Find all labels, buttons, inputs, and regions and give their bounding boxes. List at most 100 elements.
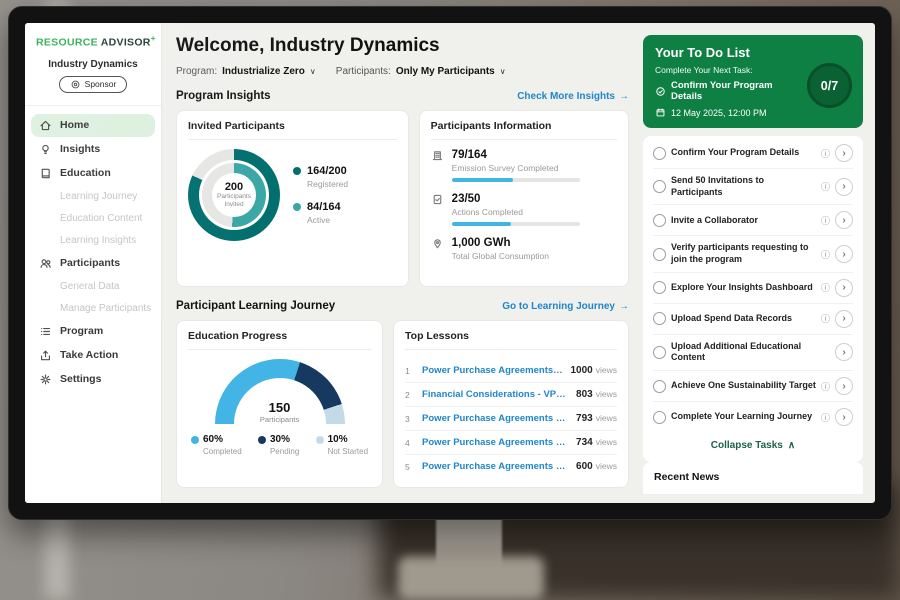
gear-icon: [39, 373, 52, 386]
link-label: Check More Insights: [517, 91, 615, 102]
lesson-row[interactable]: 4 Power Purchase Agreements 102 734views: [405, 431, 617, 455]
task-row[interactable]: Achieve One Sustainability Target ⓘ ›: [653, 371, 853, 402]
chevron-right-icon[interactable]: ›: [835, 279, 853, 297]
info-icon[interactable]: ⓘ: [821, 312, 830, 325]
lesson-row[interactable]: 5 Power Purchase Agreements 103 600views: [405, 455, 617, 478]
task-label: Upload Additional Educational Content: [671, 341, 830, 364]
lesson-row[interactable]: 1 Power Purchase Agreements 101 1000view…: [405, 359, 617, 383]
sidebar-item-education[interactable]: Education: [31, 162, 155, 185]
chevron-right-icon[interactable]: ›: [835, 178, 853, 196]
task-checkbox[interactable]: [653, 411, 666, 424]
card-title: Participants Information: [431, 120, 617, 140]
logo-primary: RESOURCE: [36, 37, 98, 49]
task-label: Complete Your Learning Journey: [671, 411, 816, 423]
sidebar-item-education-content[interactable]: Education Content: [31, 208, 155, 229]
sidebar-item-insights[interactable]: Insights: [31, 138, 155, 161]
lesson-rank: 5: [405, 462, 415, 472]
task-row[interactable]: Complete Your Learning Journey ⓘ ›: [653, 402, 853, 432]
info-icon[interactable]: ⓘ: [821, 147, 830, 160]
task-row[interactable]: Invite a Collaborator ⓘ ›: [653, 205, 853, 236]
sidebar-item-learning-journey[interactable]: Learning Journey: [31, 186, 155, 207]
lesson-link[interactable]: Power Purchase Agreements 103: [422, 461, 569, 472]
app-logo: RESOURCE ADVISOR+: [25, 32, 161, 56]
task-row[interactable]: Upload Additional Educational Content ›: [653, 335, 853, 371]
chevron-down-icon: ∨: [310, 67, 316, 76]
chevron-right-icon[interactable]: ›: [835, 310, 853, 328]
chevron-right-icon[interactable]: ›: [835, 343, 853, 361]
task-checkbox[interactable]: [653, 180, 666, 193]
legend-item-active: 84/164 Active: [293, 201, 348, 225]
sidebar-item-label: Manage Participants: [60, 303, 151, 314]
card-title: Top Lessons: [405, 330, 617, 350]
sidebar-item-learning-insights[interactable]: Learning Insights: [31, 230, 155, 251]
lesson-row[interactable]: 2 Financial Considerations - VPPAs 803vi…: [405, 383, 617, 407]
task-row[interactable]: Explore Your Insights Dashboard ⓘ ›: [653, 273, 853, 304]
task-checkbox[interactable]: [653, 281, 666, 294]
lesson-views-suffix: views: [596, 437, 617, 447]
chevron-down-icon: ∨: [500, 67, 506, 76]
task-row[interactable]: Upload Spend Data Records ⓘ ›: [653, 304, 853, 335]
sidebar-item-program[interactable]: Program: [31, 320, 155, 343]
task-checkbox[interactable]: [653, 147, 666, 160]
info-icon[interactable]: ⓘ: [821, 248, 830, 261]
sidebar-item-take-action[interactable]: Take Action: [31, 344, 155, 367]
participants-information-card: Participants Information 79/164 Emission…: [419, 110, 629, 287]
task-checkbox[interactable]: [653, 312, 666, 325]
collapse-label: Collapse Tasks: [711, 440, 783, 451]
legend-value: 164/200: [307, 165, 348, 177]
lesson-link[interactable]: Power Purchase Agreements 101: [422, 413, 569, 424]
legend-pct: 30%: [270, 434, 290, 445]
task-row[interactable]: Send 50 Invitations to Participants ⓘ ›: [653, 169, 853, 205]
monitor-stand-base: [398, 556, 544, 600]
sidebar-item-home[interactable]: Home: [31, 114, 155, 137]
task-row[interactable]: Confirm Your Program Details ⓘ ›: [653, 138, 853, 169]
lesson-link[interactable]: Power Purchase Agreements 102: [422, 437, 569, 448]
info-icon[interactable]: ⓘ: [821, 411, 830, 424]
info-icon[interactable]: ⓘ: [821, 281, 830, 294]
sidebar-item-settings[interactable]: Settings: [31, 368, 155, 391]
main-content: Welcome, Industry Dynamics Program: Indu…: [162, 23, 643, 503]
info-icon[interactable]: ⓘ: [821, 380, 830, 393]
education-progress-card: Education Progress 150 Participants 60%: [176, 320, 383, 488]
chevron-right-icon[interactable]: ›: [835, 377, 853, 395]
todo-header-card: Your To Do List Complete Your Next Task:…: [643, 35, 863, 128]
task-checkbox[interactable]: [653, 248, 666, 261]
sidebar-item-manage-participants[interactable]: Manage Participants: [31, 298, 155, 319]
sponsor-badge[interactable]: Sponsor: [59, 76, 128, 93]
invited-donut-inner: 200 Participants Invited: [202, 163, 266, 227]
sidebar-item-general-data[interactable]: General Data: [31, 276, 155, 297]
task-label: Achieve One Sustainability Target: [671, 380, 816, 392]
program-filter[interactable]: Program: Industrialize Zero ∨: [176, 66, 316, 77]
todo-panel: Your To Do List Complete Your Next Task:…: [643, 23, 875, 503]
arrow-right-icon: →: [619, 91, 629, 102]
chevron-right-icon[interactable]: ›: [835, 245, 853, 263]
task-checkbox[interactable]: [653, 380, 666, 393]
org-block: Industry Dynamics Sponsor: [25, 56, 161, 106]
participants-filter-value: Only My Participants: [396, 66, 495, 77]
lesson-views-suffix: views: [596, 389, 617, 399]
chevron-right-icon[interactable]: ›: [835, 408, 853, 426]
info-icon[interactable]: ⓘ: [821, 180, 830, 193]
task-checkbox[interactable]: [653, 346, 666, 359]
sidebar-item-label: Settings: [60, 373, 101, 385]
legend-label: Registered: [307, 179, 348, 189]
program-filter-label: Program:: [176, 66, 217, 77]
check-more-insights-link[interactable]: Check More Insights →: [517, 91, 629, 102]
recent-news-header: Recent News: [643, 462, 863, 494]
todo-next-task-label: Confirm Your Program Details: [671, 80, 805, 102]
chevron-right-icon[interactable]: ›: [835, 144, 853, 162]
chevron-right-icon[interactable]: ›: [835, 211, 853, 229]
participants-filter[interactable]: Participants: Only My Participants ∨: [336, 66, 506, 77]
task-row[interactable]: Verify participants requesting to join t…: [653, 236, 853, 272]
info-icon[interactable]: ⓘ: [821, 214, 830, 227]
sidebar-item-participants[interactable]: Participants: [31, 252, 155, 275]
todo-next-task[interactable]: Confirm Your Program Details: [655, 80, 805, 102]
collapse-tasks-button[interactable]: Collapse Tasks ∧: [653, 432, 853, 460]
task-checkbox[interactable]: [653, 214, 666, 227]
stat-global-consumption: 1,000 GWh Total Global Consumption: [431, 237, 617, 266]
legend-label: Pending: [270, 447, 299, 456]
lesson-link[interactable]: Power Purchase Agreements 101: [422, 365, 563, 376]
lesson-row[interactable]: 3 Power Purchase Agreements 101 793views: [405, 407, 617, 431]
go-to-learning-journey-link[interactable]: Go to Learning Journey →: [502, 301, 629, 312]
lesson-link[interactable]: Financial Considerations - VPPAs: [422, 389, 569, 400]
